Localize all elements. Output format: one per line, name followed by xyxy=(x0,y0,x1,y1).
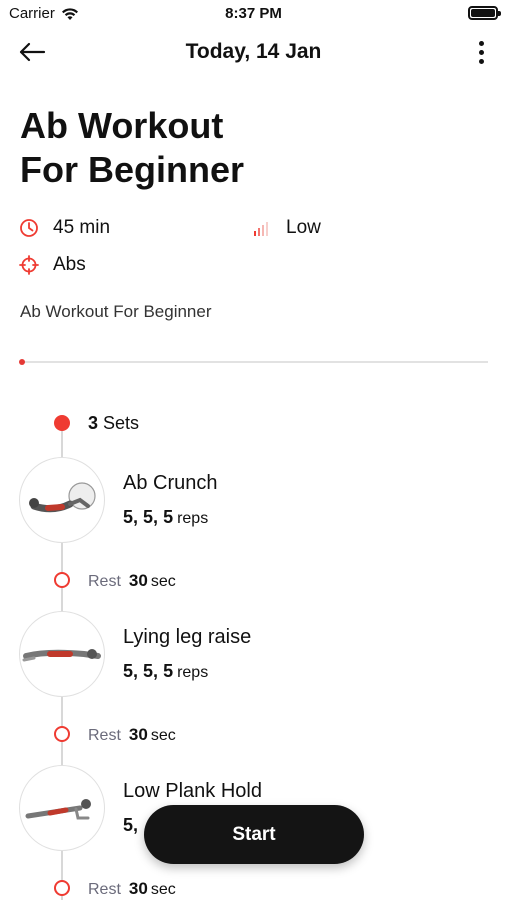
exercise-name-lying-leg-raise[interactable]: Lying leg raise xyxy=(123,626,251,649)
page-title: Today, 14 Jan xyxy=(185,40,322,63)
more-icon-dot xyxy=(478,58,484,64)
reps-unit: reps xyxy=(177,664,209,681)
reps-set-2: 5 xyxy=(143,661,154,681)
status-time: 8:37 PM xyxy=(225,5,282,22)
rest-label: Rest xyxy=(88,727,121,744)
low-plank-hold-illustration xyxy=(25,799,91,820)
rest-label: Rest xyxy=(88,573,121,590)
level-value: Low xyxy=(286,217,321,238)
exercise-reps-lying-leg-raise: 5, 5, 5 reps xyxy=(123,661,209,681)
sets-count: 3 xyxy=(88,413,99,433)
rest-dot xyxy=(54,572,70,588)
rest-row: Rest 30 sec xyxy=(88,879,176,899)
sets-dot xyxy=(54,415,70,431)
duration-info: 45 min xyxy=(19,217,110,239)
signal-bars-icon xyxy=(254,222,268,236)
duration-value: 45 min xyxy=(53,217,111,238)
reps-set-1: 5 xyxy=(123,661,134,681)
start-button[interactable]: Start xyxy=(144,805,364,864)
clock-icon xyxy=(20,219,38,237)
exercise-thumbnail-lying-leg-raise[interactable] xyxy=(19,611,105,697)
more-icon xyxy=(478,40,484,46)
rest-row: Rest 30 sec xyxy=(88,725,176,745)
workout-title-line2: For Beginner xyxy=(20,149,245,190)
workout-description: Ab Workout For Beginner xyxy=(20,302,212,321)
sets-label: 3 Sets xyxy=(88,413,139,434)
target-icon xyxy=(19,255,39,275)
more-options-button[interactable] xyxy=(469,38,493,66)
reps-set-3: 5 xyxy=(163,507,174,527)
exercise-reps-ab-crunch: 5, 5, 5 reps xyxy=(123,507,209,527)
reps-set-1: 5 xyxy=(123,815,134,835)
exercise-reps-low-plank-hold: 5, xyxy=(123,815,139,835)
lying-leg-raise-illustration xyxy=(22,649,101,662)
rest-row: Rest 30 sec xyxy=(88,571,176,591)
rest-dot xyxy=(54,726,70,742)
exercise-name-ab-crunch[interactable]: Ab Crunch xyxy=(123,472,218,495)
reps-set-3: 5 xyxy=(163,661,174,681)
ab-crunch-illustration xyxy=(29,482,96,513)
sets-text: Sets xyxy=(103,413,140,433)
reps-set-1: 5 xyxy=(123,507,134,527)
reps-set-2: 5 xyxy=(143,507,154,527)
workout-title: Ab Workout For Beginner xyxy=(20,104,480,192)
progress-track xyxy=(20,361,488,363)
status-bar: Carrier 8:37 PM xyxy=(0,0,507,30)
nav-bar: Today, 14 Jan xyxy=(0,30,507,76)
exercise-thumbnail-ab-crunch[interactable] xyxy=(19,457,105,543)
more-icon-dot xyxy=(478,49,484,55)
reps-unit: reps xyxy=(177,510,209,527)
level-info: Low xyxy=(252,217,321,239)
rest-label: Rest xyxy=(88,881,121,898)
target-info: Abs xyxy=(19,254,86,276)
workout-title-line1: Ab Workout xyxy=(20,105,224,146)
exercise-name-low-plank-hold[interactable]: Low Plank Hold xyxy=(123,780,262,803)
rest-value: 30 xyxy=(128,879,148,898)
rest-value: 30 xyxy=(128,571,148,590)
rest-value: 30 xyxy=(128,725,148,744)
progress-indicator xyxy=(19,359,25,365)
rest-unit: sec xyxy=(150,573,176,590)
battery-icon xyxy=(468,6,501,20)
rest-unit: sec xyxy=(150,881,176,898)
target-value: Abs xyxy=(53,254,86,275)
exercise-thumbnail-low-plank-hold[interactable] xyxy=(19,765,105,851)
rest-dot xyxy=(54,880,70,896)
rest-unit: sec xyxy=(150,727,176,744)
